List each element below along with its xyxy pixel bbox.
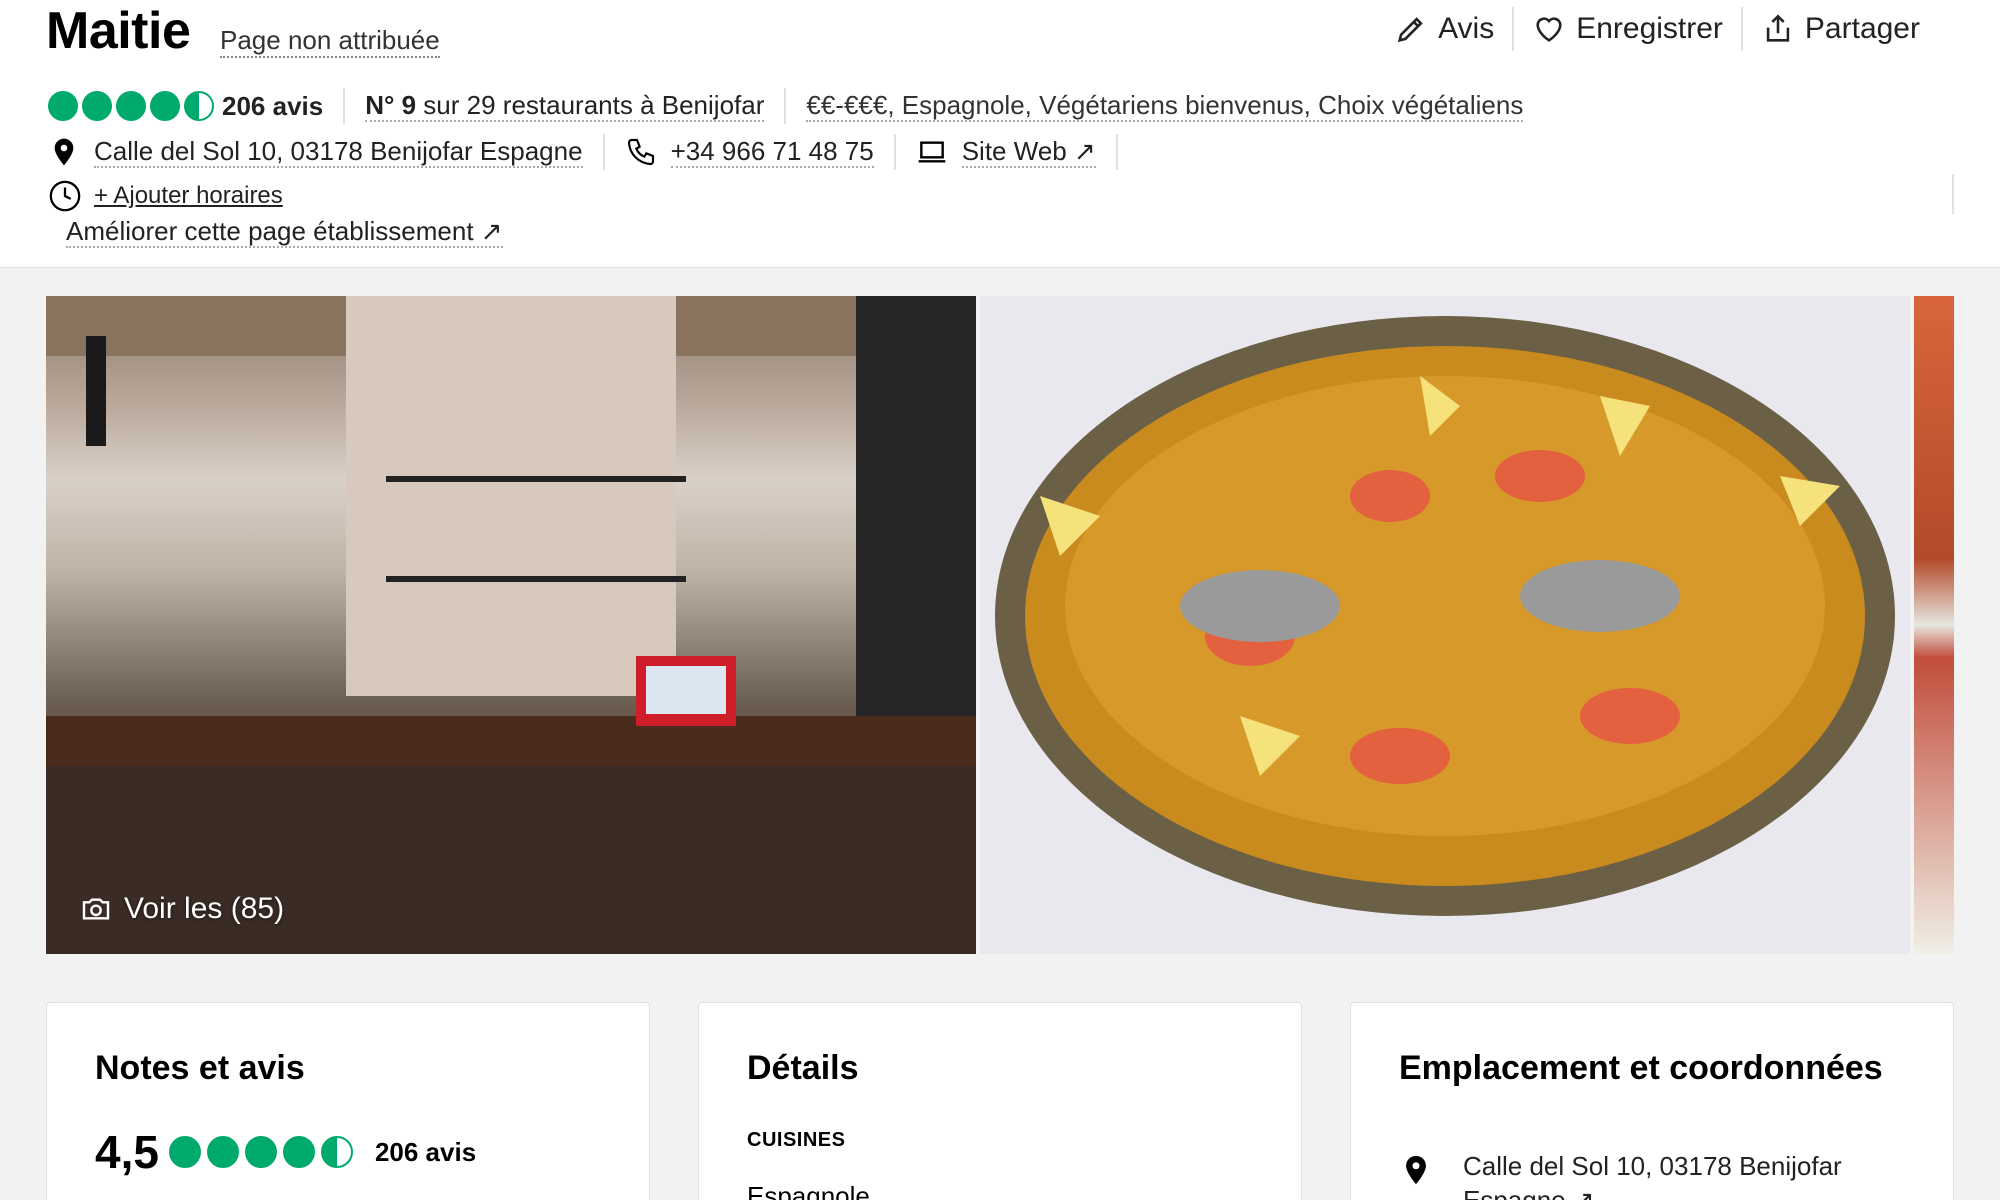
header-actions: Avis Enregistrer Partager bbox=[1376, 6, 1938, 52]
bar-interior-photo[interactable]: Voir les (85) bbox=[46, 296, 976, 954]
review-label: Avis bbox=[1438, 12, 1495, 45]
cuisines-value: Espagnole bbox=[747, 1181, 870, 1200]
rating-bubble-half bbox=[184, 91, 214, 121]
see-all-photos-button[interactable]: Voir les (85) bbox=[80, 892, 284, 926]
divider bbox=[784, 88, 787, 124]
rating-bubble-full bbox=[116, 91, 146, 121]
write-review-button[interactable]: Avis bbox=[1376, 12, 1512, 46]
address-line-2: Espagne ↗ bbox=[1463, 1185, 1595, 1200]
save-label: Enregistrer bbox=[1576, 12, 1723, 45]
location-card: Emplacement et coordonnées Calle del Sol… bbox=[1350, 1002, 1954, 1200]
paella-illustration bbox=[980, 296, 1910, 954]
cuisine-tags-link[interactable]: €€-€€€, Espagnole, Végétariens bienvenus… bbox=[806, 90, 1524, 122]
side-dish-photo[interactable] bbox=[1914, 296, 1954, 954]
divider bbox=[1952, 174, 1954, 214]
see-all-label: Voir les (85) bbox=[124, 892, 285, 925]
rating-bubbles bbox=[48, 91, 214, 121]
location-address-link[interactable]: Calle del Sol 10, 03178 Benijofar Espagn… bbox=[1463, 1149, 1903, 1200]
share-button[interactable]: Partager bbox=[1743, 12, 1938, 46]
ratings-card-title: Notes et avis bbox=[95, 1049, 305, 1087]
ratings-score-row: 4,5 206 avis bbox=[95, 1125, 476, 1179]
details-card-title: Détails bbox=[747, 1049, 859, 1087]
rating-bubble-full bbox=[244, 1136, 277, 1168]
phone-link[interactable]: +34 966 71 48 75 bbox=[670, 136, 874, 168]
address-line-1: Calle del Sol 10, 03178 Benijofar bbox=[1463, 1151, 1842, 1181]
price-range: €€-€€€ bbox=[806, 90, 888, 120]
paella-photo[interactable] bbox=[980, 296, 1910, 954]
add-hours-link[interactable]: + Ajouter horaires bbox=[94, 182, 283, 210]
map-pin-icon bbox=[1406, 1155, 1426, 1185]
map-pin-icon bbox=[54, 138, 74, 166]
save-button[interactable]: Enregistrer bbox=[1514, 12, 1741, 46]
ranking-link[interactable]: N° 9 sur 29 restaurants à Benijofar bbox=[365, 90, 765, 122]
divider bbox=[1115, 134, 1118, 170]
divider bbox=[343, 88, 346, 124]
rating-bubble-half bbox=[320, 1136, 353, 1168]
share-label: Partager bbox=[1804, 12, 1920, 45]
details-card: Détails CUISINES Espagnole bbox=[698, 1002, 1302, 1200]
laptop-icon bbox=[918, 141, 946, 163]
rating-bubble-full bbox=[168, 1136, 201, 1168]
rating-score: 4,5 bbox=[95, 1126, 159, 1178]
restaurant-header: Maitie Page non attribuée Avis Enregistr… bbox=[0, 0, 2000, 268]
rating-bubble-full bbox=[282, 1136, 315, 1168]
heart-icon bbox=[1536, 17, 1562, 42]
tags-text: , Espagnole, Végétariens bienvenus, Choi… bbox=[887, 90, 1524, 120]
rank-text: sur 29 restaurants à Benijofar bbox=[416, 90, 765, 120]
improve-listing-link[interactable]: Améliorer cette page établissement ↗ bbox=[66, 216, 503, 248]
rating-bubble-full bbox=[206, 1136, 239, 1168]
rating-bubble-full bbox=[150, 91, 180, 121]
divider bbox=[602, 134, 605, 170]
address-link[interactable]: Calle del Sol 10, 03178 Benijofar Espagn… bbox=[94, 136, 583, 168]
summary-row: 206 avis N° 9 sur 29 restaurants à Benij… bbox=[48, 86, 1524, 126]
clock-icon bbox=[49, 180, 81, 212]
share-icon bbox=[1766, 14, 1790, 42]
location-card-title: Emplacement et coordonnées bbox=[1399, 1049, 1883, 1087]
pencil-icon bbox=[1397, 17, 1423, 43]
camera-icon bbox=[82, 898, 110, 920]
photo-gallery: Voir les (85) bbox=[46, 296, 1954, 954]
rating-bubble-full bbox=[82, 91, 112, 121]
contact-row: Calle del Sol 10, 03178 Benijofar Espagn… bbox=[48, 132, 1138, 172]
reviews-count-link[interactable]: 206 avis bbox=[222, 91, 323, 122]
bar-interior-illustration bbox=[46, 296, 976, 954]
rating-bubbles bbox=[168, 1136, 353, 1168]
ratings-card-reviews-link[interactable]: 206 avis bbox=[375, 1137, 476, 1168]
website-link[interactable]: Site Web ↗ bbox=[961, 136, 1096, 168]
location-address-row: Calle del Sol 10, 03178 Benijofar Espagn… bbox=[1399, 1149, 1903, 1200]
divider bbox=[893, 134, 896, 170]
cuisines-label: CUISINES bbox=[747, 1129, 846, 1151]
rank-number: N° 9 bbox=[365, 90, 417, 120]
phone-icon bbox=[627, 138, 654, 166]
ratings-card: Notes et avis 4,5 206 avis bbox=[46, 1002, 650, 1200]
rating-bubble-full bbox=[48, 91, 78, 121]
unclaimed-page-link[interactable]: Page non attribuée bbox=[220, 24, 440, 58]
restaurant-name: Maitie bbox=[46, 2, 191, 60]
hours-row: + Ajouter horaires bbox=[48, 178, 283, 214]
